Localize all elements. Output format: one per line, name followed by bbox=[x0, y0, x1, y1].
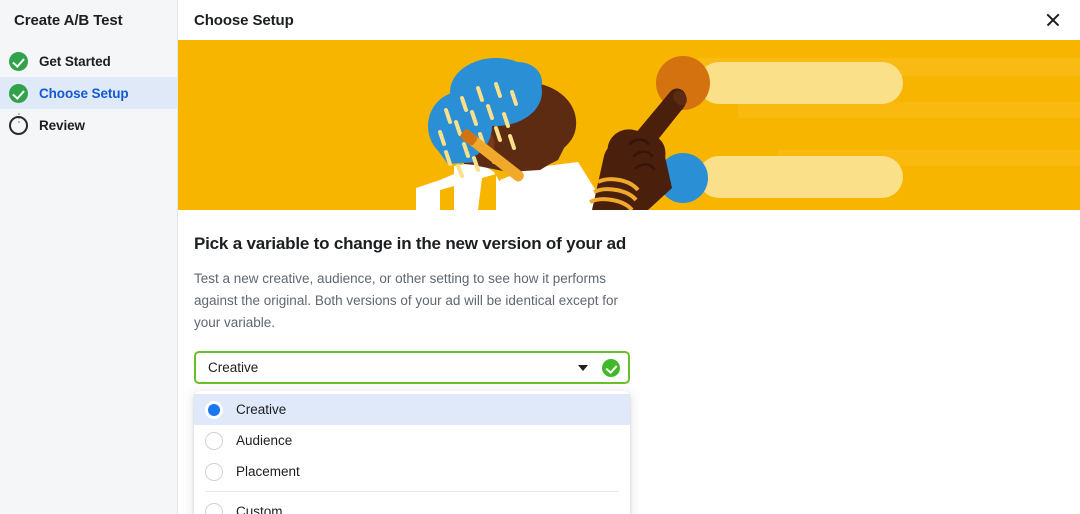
radio-icon[interactable] bbox=[205, 502, 223, 514]
content-description: Test a new creative, audience, or other … bbox=[194, 271, 618, 330]
sidebar-item-choose-setup[interactable]: Choose Setup bbox=[0, 77, 177, 109]
ab-test-wizard: Create A/B Test Get Started Choose Setup… bbox=[0, 0, 1080, 514]
option-label-placement: Placement bbox=[236, 464, 300, 479]
step-list: Get Started Choose Setup Review bbox=[0, 45, 177, 141]
variable-select: Creative Creative Audience Placement Cus… bbox=[194, 351, 630, 514]
variable-select-value: Creative bbox=[208, 360, 259, 375]
illustration-svg bbox=[178, 40, 1080, 210]
option-custom[interactable]: Custom bbox=[194, 496, 630, 514]
page-title: Choose Setup bbox=[194, 11, 294, 29]
ab-test-illustration bbox=[178, 40, 1080, 210]
wizard-main: Choose Setup Pick a variable to change i… bbox=[178, 0, 1080, 514]
sidebar-item-review[interactable]: Review bbox=[0, 109, 177, 141]
radio-icon[interactable] bbox=[205, 400, 223, 419]
sidebar-item-get-started[interactable]: Get Started bbox=[0, 45, 177, 77]
wizard-sidebar: Create A/B Test Get Started Choose Setup… bbox=[0, 0, 178, 514]
check-circle-icon bbox=[9, 83, 28, 103]
variable-select-trigger[interactable]: Creative bbox=[194, 351, 630, 384]
content-heading: Pick a variable to change in the new ver… bbox=[194, 234, 627, 253]
option-audience[interactable]: Audience bbox=[194, 425, 630, 456]
sidebar-title: Create A/B Test bbox=[14, 12, 123, 29]
check-circle-icon bbox=[602, 358, 620, 377]
step-label-choose-setup: Choose Setup bbox=[39, 85, 129, 101]
options-divider bbox=[206, 491, 618, 492]
setup-content: Pick a variable to change in the new ver… bbox=[178, 210, 1080, 514]
option-label-creative: Creative bbox=[236, 402, 287, 417]
option-placement[interactable]: Placement bbox=[194, 456, 630, 487]
option-label-audience: Audience bbox=[236, 433, 293, 448]
empty-circle-icon bbox=[9, 115, 28, 135]
radio-icon[interactable] bbox=[205, 462, 223, 481]
option-label-custom: Custom bbox=[236, 504, 283, 514]
dialog-header: Choose Setup bbox=[178, 0, 1080, 40]
radio-icon[interactable] bbox=[205, 431, 223, 450]
check-circle-icon bbox=[9, 51, 28, 71]
variable-select-options: Creative Audience Placement Custom bbox=[194, 391, 630, 514]
step-label-review: Review bbox=[39, 117, 85, 133]
option-creative[interactable]: Creative bbox=[194, 394, 630, 425]
step-label-get-started: Get Started bbox=[39, 53, 111, 69]
close-icon[interactable] bbox=[1040, 7, 1066, 33]
chevron-down-icon[interactable] bbox=[578, 364, 588, 371]
